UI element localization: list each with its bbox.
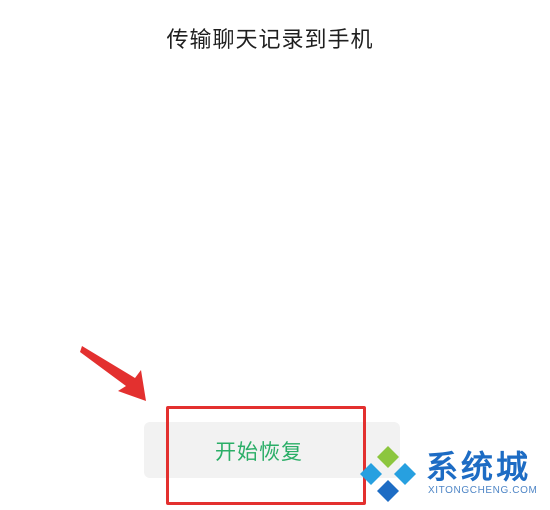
watermark-logo-icon	[360, 446, 416, 502]
watermark-subtitle: XITONGCHENG.COM	[428, 485, 538, 496]
annotation-highlight-box	[166, 406, 366, 505]
annotation-arrow-icon	[80, 346, 146, 401]
watermark-title: 系统城	[426, 448, 532, 486]
page-title: 传输聊天记录到手机	[166, 28, 374, 53]
watermark: 系统城 XITONGCHENG.COM	[356, 440, 550, 506]
